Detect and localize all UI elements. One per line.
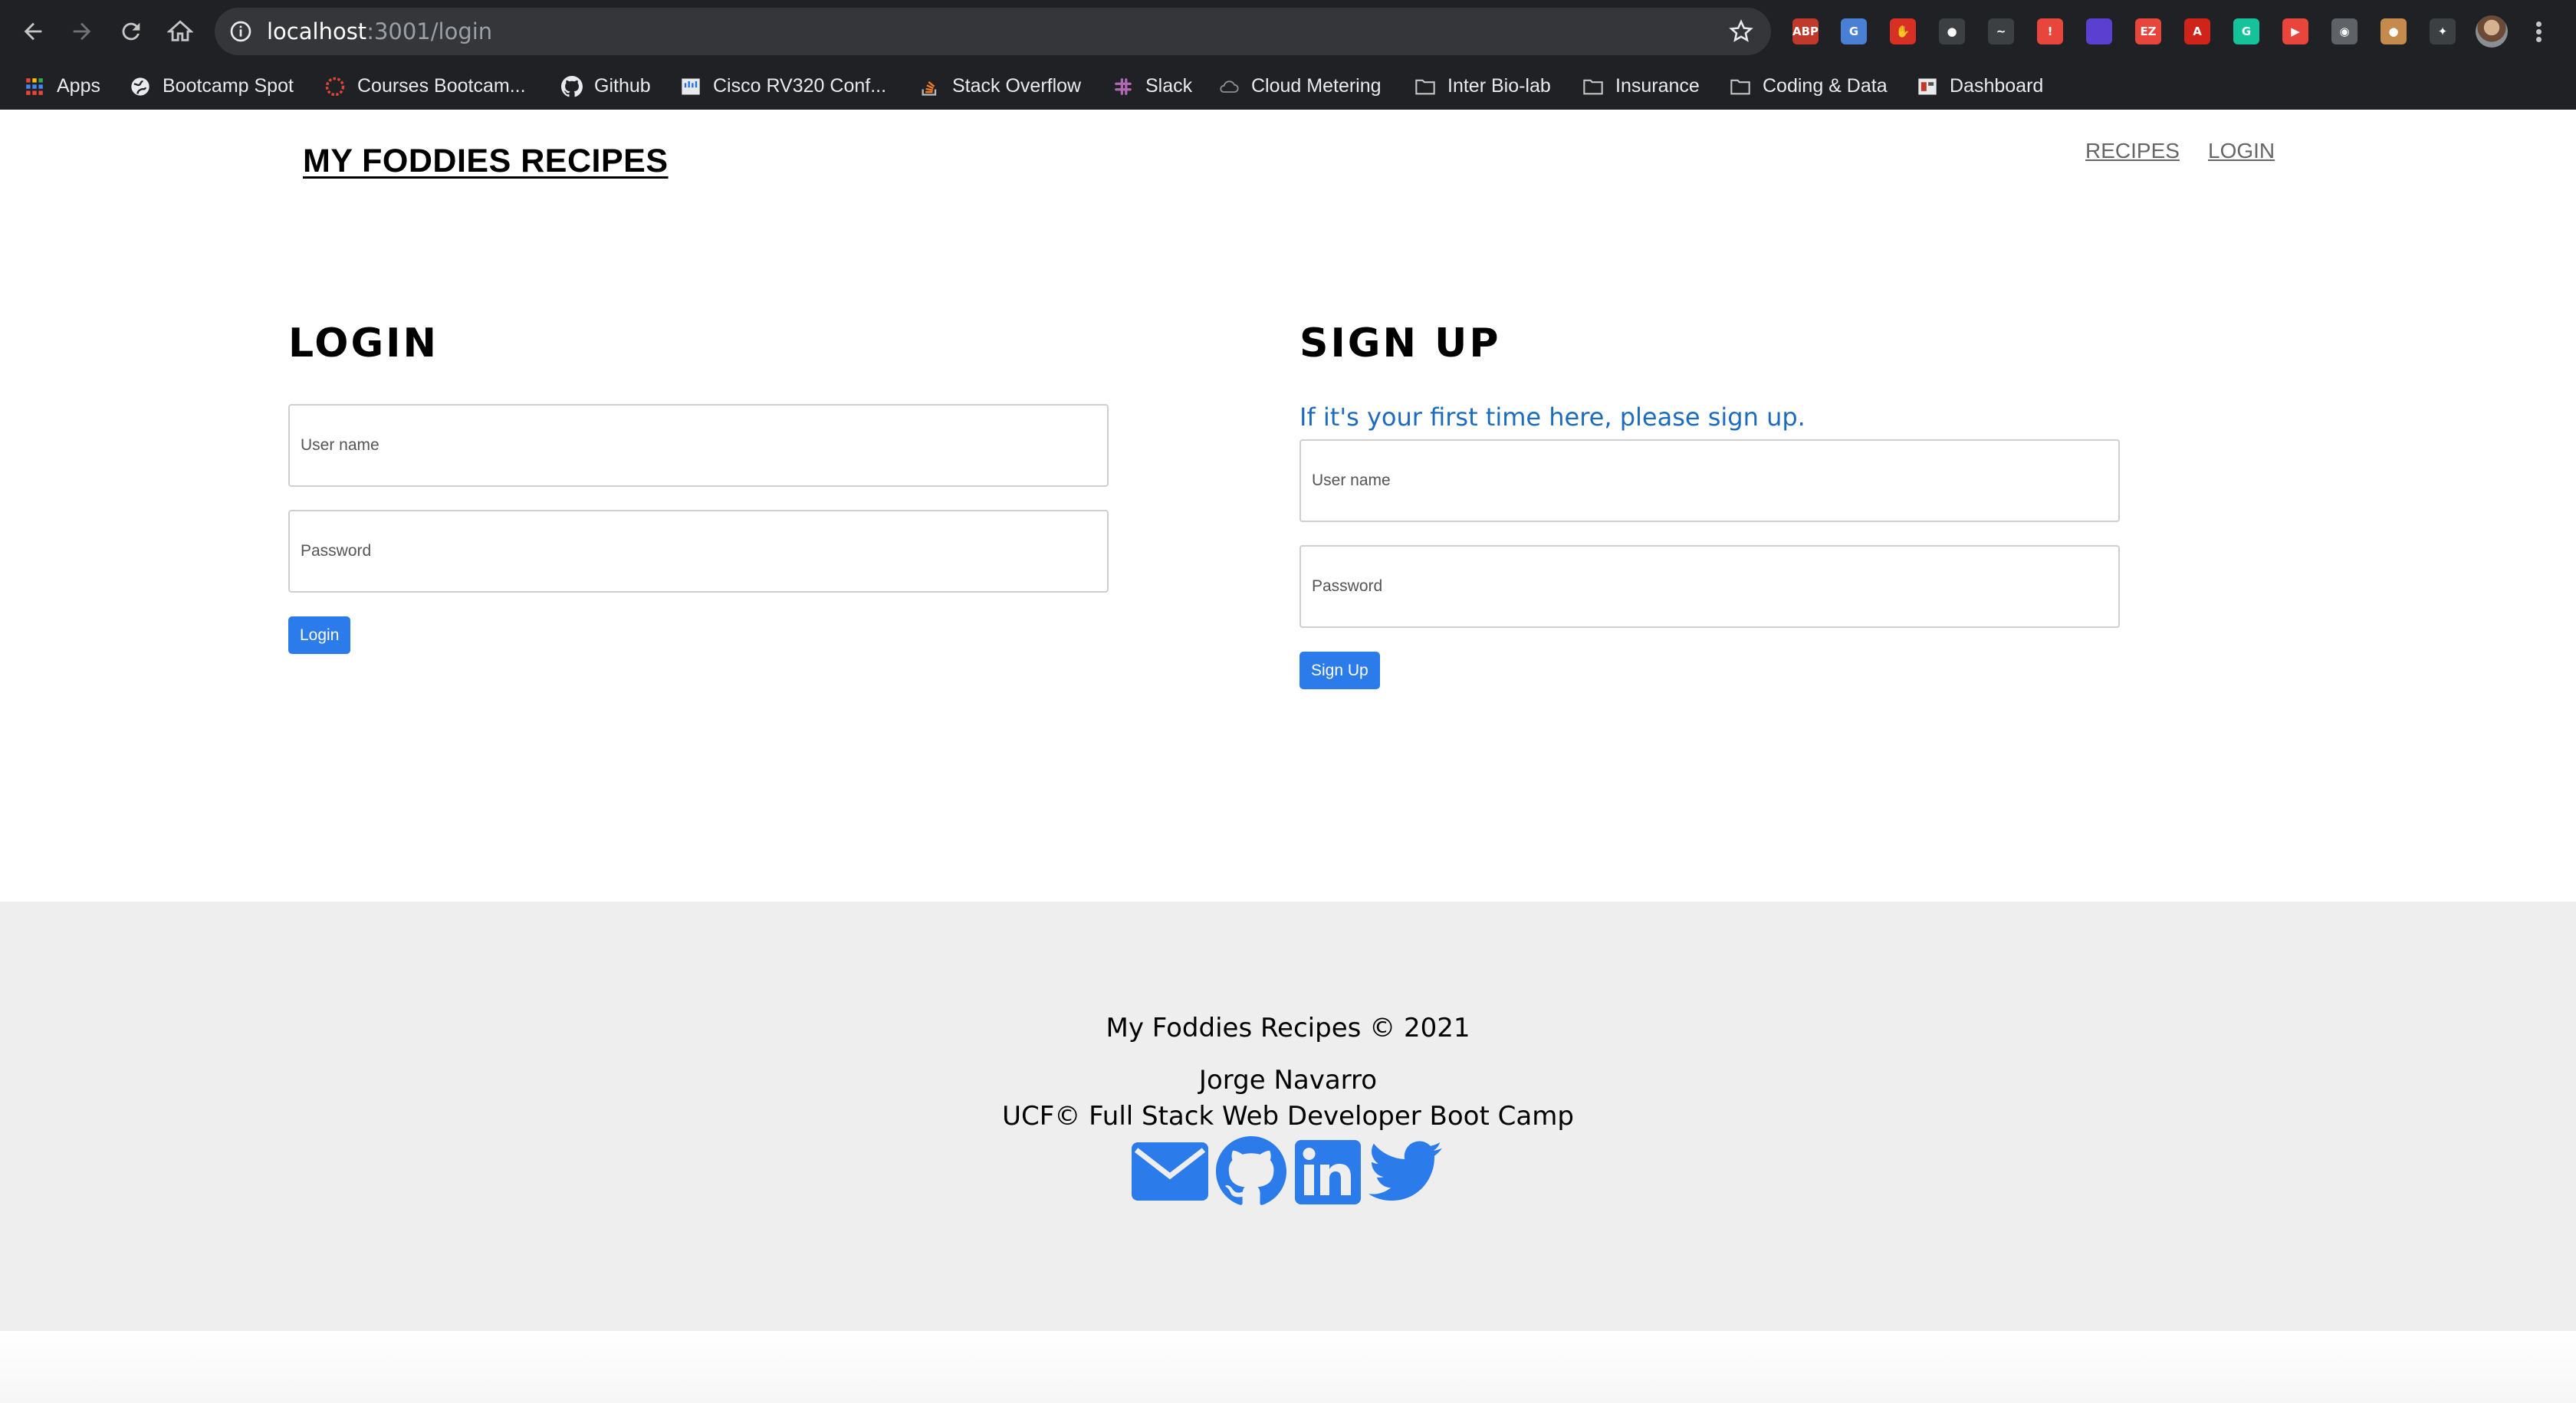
cloud-icon	[1217, 75, 1240, 98]
bookmark-github[interactable]: Github	[560, 63, 651, 110]
nav-login-link[interactable]: LOGIN	[2208, 139, 2275, 163]
google-translate-icon[interactable]: G	[1841, 18, 1867, 44]
bookmark-inter-bio-lab[interactable]: Inter Bio-lab	[1414, 63, 1551, 110]
browser-chrome: localhost:3001/login ABP G ✋ ● ~! EZ A G ▶ ◉ ● ✦ Ap…	[0, 0, 2576, 110]
bookmark-bootcamp-spot[interactable]: Bootcamp Spot	[129, 63, 294, 110]
bookmark-label: Stack Overflow	[952, 75, 1082, 97]
page-bottom-strip	[0, 1331, 2576, 1403]
pdf-icon[interactable]: A	[2184, 18, 2210, 44]
bookmark-label: Coding & Data	[1763, 75, 1888, 97]
calendar-icon[interactable]: EZ	[2135, 18, 2161, 44]
dashboard-icon	[1916, 75, 1939, 98]
browser-toolbar: localhost:3001/login ABP G ✋ ● ~! EZ A G ▶ ◉ ● ✦	[0, 0, 2576, 63]
home-icon	[167, 20, 193, 41]
bookmark-label: Dashboard	[1950, 75, 2044, 97]
wave-icon[interactable]: ~	[1988, 18, 2014, 44]
profile-avatar[interactable]	[2476, 15, 2508, 48]
bookmark-label: Inter Bio-lab	[1447, 75, 1551, 97]
footer-copyright: My Foddies Recipes © 2021	[1106, 1013, 1470, 1043]
grammarly-icon[interactable]: G	[2233, 18, 2259, 44]
signup-title: SIGN UP	[1300, 320, 1501, 366]
url-text[interactable]: localhost:3001/login	[267, 8, 492, 55]
envelope-icon[interactable]	[1132, 1142, 1208, 1201]
bookmark-coding-data[interactable]: Coding & Data	[1729, 63, 1888, 110]
bookmark-insurance[interactable]: Insurance	[1582, 63, 1700, 110]
hand-stop-icon[interactable]: ✋	[1890, 18, 1916, 44]
courses-icon	[324, 75, 347, 98]
puzzle-icon[interactable]: ✦	[2430, 18, 2456, 44]
login-password-input[interactable]	[288, 510, 1109, 593]
github-icon[interactable]	[1214, 1136, 1288, 1207]
footer-author: Jorge Navarro	[1198, 1065, 1378, 1096]
bookmark-dashboard[interactable]: Dashboard	[1916, 63, 2043, 110]
reload-icon	[122, 22, 140, 41]
login-username-input[interactable]	[288, 404, 1109, 487]
forward-button[interactable]	[67, 16, 97, 47]
nav-recipes-link[interactable]: RECIPES	[2085, 139, 2180, 163]
screencast-icon[interactable]: ▶	[2282, 18, 2308, 44]
bookmark-apps[interactable]: Apps	[23, 63, 100, 110]
folder-icon	[1414, 75, 1437, 98]
login-title: LOGIN	[288, 320, 439, 366]
bookmark-label: Apps	[57, 75, 100, 97]
bookmark-cloud-metering[interactable]: Cloud Metering	[1217, 63, 1382, 110]
info-icon[interactable]	[228, 19, 253, 44]
bookmark-label: Courses Bootcam...	[357, 75, 526, 97]
reload-button[interactable]	[116, 16, 146, 47]
bookmark-label: Cloud Metering	[1251, 75, 1382, 97]
white-circle-icon[interactable]: ●	[1939, 18, 1965, 44]
bookmark-cisco-rv320-conf[interactable]: Cisco RV320 Conf...	[679, 63, 886, 110]
folder-icon	[1582, 75, 1605, 98]
bookmark-stack-overflow[interactable]: Stack Overflow	[918, 63, 1081, 110]
bookmark-slack[interactable]: Slack	[1112, 63, 1192, 110]
stack-icon[interactable]	[2086, 18, 2112, 44]
signup-subtitle: If it's your first time here, please sig…	[1300, 402, 1806, 432]
github-icon	[560, 75, 583, 98]
star-icon[interactable]	[1728, 18, 1754, 44]
back-button[interactable]	[18, 16, 48, 47]
signup-username-input[interactable]	[1300, 439, 2120, 522]
login-button[interactable]: Login	[288, 616, 351, 654]
cisco-icon	[679, 75, 702, 98]
slack-icon	[1112, 75, 1135, 98]
camera-icon[interactable]: ◉	[2331, 18, 2358, 44]
adblock-plus-icon[interactable]: ABP	[1792, 18, 1819, 44]
stack-overflow-icon	[918, 75, 941, 98]
bookmarks-bar: Apps Bootcamp Spot Courses Bootcam... Githu…	[0, 63, 2576, 110]
site-brand[interactable]: MY FODDIES RECIPES	[303, 143, 669, 180]
url-path: :3001/login	[366, 18, 493, 44]
arrow-left-icon	[24, 22, 42, 41]
twitter-icon[interactable]	[1368, 1141, 1443, 1202]
alert-icon[interactable]: !	[2037, 18, 2063, 44]
folder-icon	[1729, 75, 1752, 98]
bookmark-label: Insurance	[1615, 75, 1700, 97]
signup-password-input[interactable]	[1300, 545, 2120, 628]
arrow-right-icon	[73, 22, 91, 41]
bookmark-label: Slack	[1145, 75, 1193, 97]
bookmark-label: Github	[594, 75, 651, 97]
apps-grid-icon	[23, 75, 46, 98]
browser-menu-icon[interactable]	[2534, 19, 2543, 45]
footer-school: UCF© Full Stack Web Developer Boot Camp	[1002, 1101, 1574, 1132]
bookmark-courses-bootcam[interactable]: Courses Bootcam...	[324, 63, 526, 110]
globe-icon	[129, 75, 152, 98]
url-host: localhost	[267, 18, 367, 44]
home-button[interactable]	[165, 16, 196, 47]
linkedin-icon[interactable]	[1295, 1140, 1361, 1204]
cookie-icon[interactable]: ●	[2380, 18, 2407, 44]
address-bar[interactable]: localhost:3001/login	[215, 8, 1771, 55]
bookmark-label: Bootcamp Spot	[163, 75, 294, 97]
bookmark-label: Cisco RV320 Conf...	[713, 75, 887, 97]
signup-button[interactable]: Sign Up	[1300, 652, 1380, 689]
